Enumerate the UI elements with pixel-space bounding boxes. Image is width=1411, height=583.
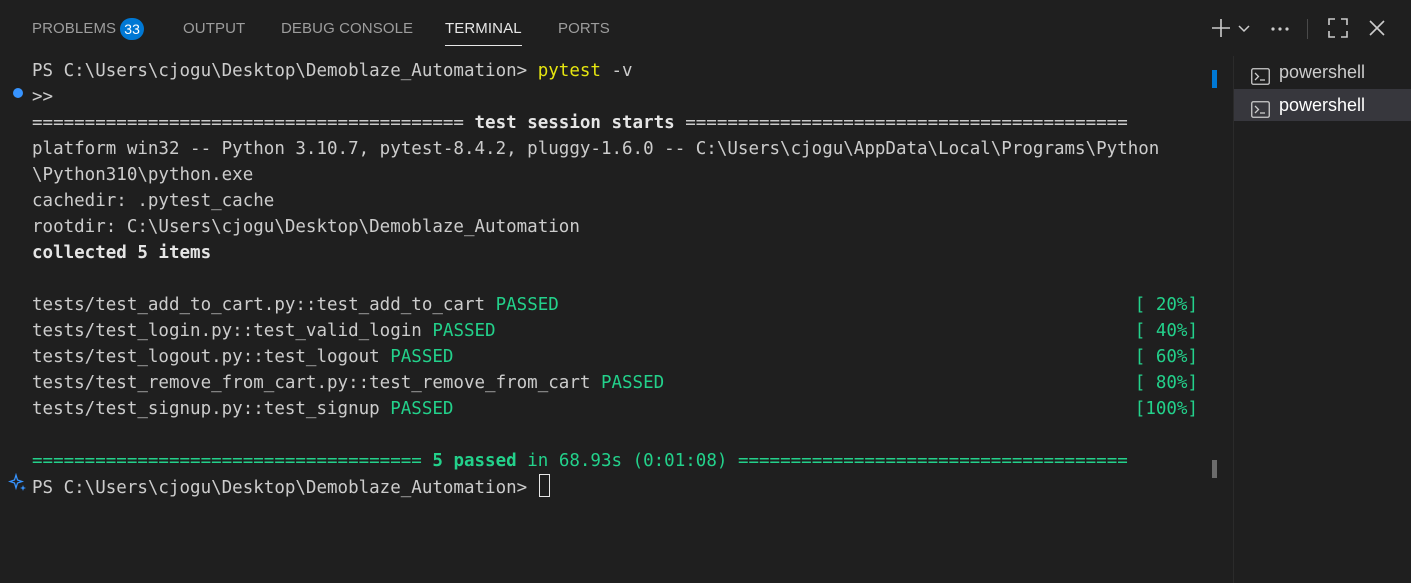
terminal-tab-label: powershell	[1279, 95, 1366, 115]
test-result-row: tests/test_signup.py::test_signup PASSED…	[32, 399, 1198, 419]
terminal-icon	[1251, 96, 1270, 118]
summary-line: ===================================== 5 …	[32, 451, 1128, 471]
session-header: ========================================…	[32, 113, 1128, 133]
tab-terminal[interactable]: TERMINAL	[445, 18, 522, 46]
tab-problems-label: PROBLEMS	[32, 20, 117, 37]
terminal-tabs-list: powershell powershell	[1233, 56, 1411, 583]
terminal-line: rootdir: C:\Users\cjogu\Desktop\Demoblaz…	[32, 217, 580, 237]
terminal-scrollbar[interactable]	[1211, 58, 1219, 580]
maximize-panel-icon[interactable]	[1326, 16, 1350, 40]
sparkle-icon[interactable]	[7, 472, 28, 493]
toolbar-separator	[1307, 19, 1308, 39]
panel-tab-bar: PROBLEMS 33 OUTPUT DEBUG CONSOLE TERMINAL…	[0, 0, 1411, 58]
terminal-output[interactable]: PS C:\Users\cjogu\Desktop\Demoblaze_Auto…	[32, 58, 1212, 578]
close-icon[interactable]	[1365, 16, 1389, 40]
terminal-tab-powershell-2[interactable]: powershell	[1234, 89, 1411, 121]
tab-debug-console[interactable]: DEBUG CONSOLE	[281, 18, 413, 40]
terminal-line: cachedir: .pytest_cache	[32, 191, 275, 211]
scrollbar-marker	[1212, 70, 1217, 88]
scrollbar-thumb[interactable]	[1212, 460, 1217, 478]
terminal-line: PS C:\Users\cjogu\Desktop\Demoblaze_Auto…	[32, 61, 633, 81]
collected-line: collected 5 items	[32, 243, 212, 263]
chevron-down-icon[interactable]	[1236, 16, 1252, 40]
terminal-line: \Python310\python.exe	[32, 165, 254, 185]
problems-count-badge: 33	[120, 18, 145, 40]
terminal-tab-label: powershell	[1279, 62, 1366, 82]
test-result-row: tests/test_remove_from_cart.py::test_rem…	[32, 373, 1198, 393]
test-result-row: tests/test_logout.py::test_logout PASSED…	[32, 347, 1198, 367]
test-result-row: tests/test_add_to_cart.py::test_add_to_c…	[32, 295, 1198, 315]
test-result-row: tests/test_login.py::test_valid_login PA…	[32, 321, 1198, 341]
terminal-cursor	[538, 474, 550, 497]
terminal-line: >>	[32, 87, 54, 107]
tab-ports[interactable]: PORTS	[558, 18, 610, 40]
tab-output[interactable]: OUTPUT	[183, 18, 245, 40]
terminal-tab-powershell-1[interactable]: powershell	[1234, 56, 1411, 88]
tab-problems[interactable]: PROBLEMS 33	[32, 18, 145, 40]
command-text: pytest	[537, 61, 601, 81]
more-actions-icon[interactable]	[1268, 16, 1292, 40]
terminal-line: platform win32 -- Python 3.10.7, pytest-…	[32, 139, 1160, 159]
new-terminal-plus-icon[interactable]	[1209, 16, 1233, 40]
terminal-icon	[1251, 63, 1270, 85]
command-decoration-icon[interactable]	[13, 88, 23, 98]
terminal-prompt[interactable]: PS C:\Users\cjogu\Desktop\Demoblaze_Auto…	[32, 474, 550, 500]
